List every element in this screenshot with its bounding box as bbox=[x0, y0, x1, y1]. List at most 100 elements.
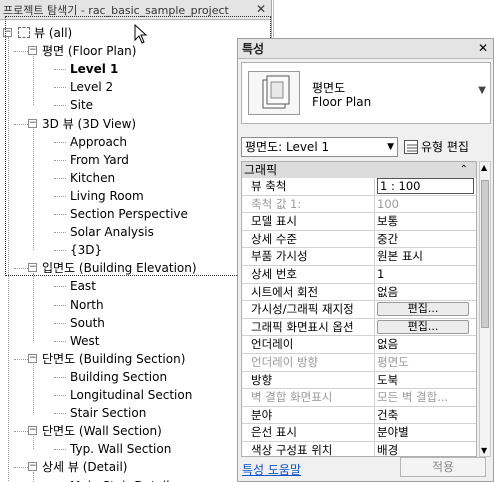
drawing-area[interactable] bbox=[273, 0, 494, 38]
property-name: 부품 가시성 bbox=[242, 248, 375, 265]
property-row: 시트에서 회전 없음 bbox=[242, 283, 476, 302]
property-value[interactable]: 도북 bbox=[375, 372, 476, 389]
property-value[interactable]: 분야별 bbox=[375, 424, 476, 441]
tree-connector bbox=[54, 195, 66, 197]
property-value[interactable]: 없음 bbox=[375, 336, 476, 353]
property-value[interactable]: 원본 표시 bbox=[375, 248, 476, 265]
tree-item[interactable]: Level 2 bbox=[70, 78, 113, 96]
tree-item[interactable]: Site bbox=[70, 96, 93, 114]
tree-item[interactable]: Section Perspective bbox=[70, 205, 188, 223]
tree-item[interactable]: Longitudinal Section bbox=[70, 386, 192, 404]
tree-guide bbox=[8, 37, 9, 482]
tree-item[interactable]: 뷰 (all) bbox=[34, 24, 72, 42]
property-value[interactable]: 1 bbox=[375, 266, 476, 283]
tree-connector bbox=[54, 286, 66, 288]
tree-item[interactable]: East bbox=[70, 277, 96, 295]
tree-item[interactable]: Typ. Wall Section bbox=[70, 440, 171, 458]
tree-connector bbox=[54, 413, 66, 415]
tree-item[interactable]: 단면도 (Building Section) bbox=[42, 350, 185, 368]
property-name: 벽 결합 화면표시 bbox=[242, 389, 375, 406]
scroll-up-icon[interactable]: ▲ bbox=[481, 163, 487, 172]
tree-connector bbox=[54, 304, 66, 306]
close-icon[interactable]: ✕ bbox=[478, 41, 488, 55]
apply-button[interactable]: 적용 bbox=[400, 457, 486, 477]
chevron-down-icon[interactable]: ▼ bbox=[478, 85, 486, 96]
tree-toggle[interactable]: − bbox=[28, 353, 37, 363]
mouse-cursor-icon bbox=[134, 24, 148, 44]
type-name: 평면도 bbox=[312, 81, 346, 95]
property-value[interactable]: 모든 벽 결합... bbox=[375, 389, 476, 406]
property-value[interactable]: 1 : 100 bbox=[375, 178, 476, 195]
tree-item[interactable]: Main Stair Detail bbox=[70, 477, 170, 482]
property-value[interactable]: 건축 bbox=[375, 407, 476, 424]
instance-selector-label: 평면도: Level 1 bbox=[245, 140, 330, 154]
tree-item[interactable]: 단면도 (Wall Section) bbox=[42, 422, 162, 440]
tree-toggle[interactable]: − bbox=[28, 426, 37, 436]
tree-item[interactable]: 평면 (Floor Plan) bbox=[42, 42, 136, 60]
tree-item[interactable]: Approach bbox=[70, 133, 127, 151]
edit-button[interactable]: 편집... bbox=[377, 302, 469, 317]
property-value[interactable]: 배경 bbox=[375, 442, 476, 456]
tree-connector bbox=[54, 105, 66, 107]
tree-connector bbox=[14, 467, 28, 469]
property-value[interactable]: 편집... bbox=[375, 301, 476, 318]
tree-toggle[interactable]: − bbox=[3, 28, 12, 37]
scrollbar[interactable]: ▲ ▼ bbox=[479, 161, 491, 457]
tree-item[interactable]: Kitchen bbox=[70, 169, 115, 187]
close-icon[interactable]: ✕ bbox=[256, 2, 266, 16]
scrollbar-thumb[interactable] bbox=[481, 180, 489, 328]
property-value[interactable]: 없음 bbox=[375, 284, 476, 301]
tree-item[interactable]: North bbox=[70, 296, 104, 314]
properties-help-link[interactable]: 특성 도움말 bbox=[242, 461, 301, 478]
property-row: 그래픽 화면표시 옵션 편집... bbox=[242, 318, 476, 337]
property-name: 뷰 축척 bbox=[242, 178, 375, 195]
tree-item[interactable]: Living Room bbox=[70, 187, 144, 205]
tree-item[interactable]: South bbox=[70, 314, 105, 332]
view-scale-input[interactable]: 1 : 100 bbox=[377, 178, 474, 194]
properties-title: 특성 bbox=[238, 39, 493, 59]
floor-plan-icon bbox=[248, 71, 300, 115]
property-name: 그래픽 화면표시 옵션 bbox=[242, 318, 375, 336]
edit-type-label: 유형 편집 bbox=[421, 140, 469, 154]
tree-toggle[interactable]: − bbox=[28, 462, 37, 472]
tree-connector bbox=[54, 69, 66, 71]
tree-item[interactable]: 3D 뷰 (3D View) bbox=[42, 115, 136, 133]
type-selector[interactable]: 평면도 Floor Plan ▼ bbox=[241, 62, 491, 124]
instance-selector[interactable]: 평면도: Level 1 ▼ bbox=[241, 137, 398, 157]
views-icon bbox=[18, 27, 30, 38]
tree-item[interactable]: 상세 뷰 (Detail) bbox=[42, 458, 127, 476]
property-name: 방향 bbox=[242, 371, 375, 389]
property-row: 언더레이 방향 평면도 bbox=[242, 353, 476, 372]
edit-button[interactable]: 편집... bbox=[377, 319, 469, 334]
tree-guide bbox=[33, 273, 34, 341]
property-value[interactable]: 중간 bbox=[375, 231, 476, 248]
tree-item[interactable]: Level 1 bbox=[70, 60, 118, 78]
tree-toggle[interactable]: − bbox=[28, 263, 37, 273]
tree-item[interactable]: {3D} bbox=[70, 241, 102, 259]
chevron-down-icon: ▼ bbox=[387, 142, 394, 152]
tree-toggle[interactable]: − bbox=[28, 46, 37, 56]
property-value[interactable]: 편집... bbox=[375, 319, 476, 336]
edit-type-button[interactable]: 유형 편집 bbox=[404, 137, 469, 157]
property-name: 상세 수준 bbox=[242, 230, 375, 248]
scroll-down-icon[interactable]: ▼ bbox=[481, 446, 487, 455]
tree-item[interactable]: West bbox=[70, 332, 100, 350]
property-value[interactable]: 100 bbox=[375, 196, 476, 213]
instance-row: 평면도: Level 1 ▼ 유형 편집 bbox=[241, 137, 491, 157]
tree-item[interactable]: 입면도 (Building Elevation) bbox=[42, 259, 197, 277]
tree-item[interactable]: Solar Analysis bbox=[70, 223, 154, 241]
property-row: 상세 수준 중간 bbox=[242, 230, 476, 249]
property-row: 방향 도북 bbox=[242, 371, 476, 390]
tree-item[interactable]: Stair Section bbox=[70, 404, 146, 422]
property-row: 벽 결합 화면표시 모든 벽 결합... bbox=[242, 389, 476, 407]
tree-toggle[interactable]: − bbox=[28, 118, 37, 128]
property-row: 모델 표시 보통 bbox=[242, 213, 476, 231]
property-value[interactable]: 평면도 bbox=[375, 354, 476, 371]
property-row: 색상 구성표 위치 배경 bbox=[242, 441, 476, 456]
collapse-icon[interactable]: ⌃ bbox=[460, 162, 468, 178]
tree-connector bbox=[54, 395, 66, 396]
group-header-graphics[interactable]: 그래픽 ⌃ bbox=[242, 162, 476, 178]
property-value[interactable]: 보통 bbox=[375, 213, 476, 230]
tree-item[interactable]: From Yard bbox=[70, 151, 129, 169]
tree-item[interactable]: Building Section bbox=[70, 368, 167, 386]
